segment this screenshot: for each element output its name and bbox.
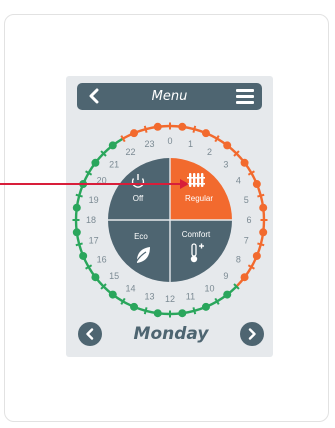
next-day-button[interactable] (240, 322, 264, 346)
hour-tick (192, 125, 197, 133)
hour-label: 7 (244, 236, 249, 246)
hour-label: 12 (165, 294, 175, 304)
thermostat-screen: Menu 0 1 2 3 4 5 6 7 8 9 10 11 12 13 14 15 16 17 18 19 20 21 2… (66, 76, 273, 357)
hour-label: 16 (97, 255, 107, 265)
hour-label: 13 (145, 292, 155, 302)
mode-label-eco: Eco (134, 232, 148, 241)
mode-label-off: Off (133, 194, 144, 203)
chevron-right-icon (248, 328, 256, 340)
schedule-slot-dot[interactable] (178, 309, 187, 318)
schedule-slot-dot[interactable] (153, 122, 162, 131)
schedule-slot-dot[interactable] (91, 158, 100, 167)
hour-label: 10 (204, 284, 214, 294)
day-label: Monday (133, 324, 209, 344)
hour-tick (75, 193, 83, 198)
schedule-slot-dot[interactable] (91, 273, 100, 282)
hour-label: 15 (109, 271, 119, 281)
hour-label: 8 (236, 255, 241, 265)
day-navigator: Monday (78, 322, 264, 348)
hour-label: 14 (125, 284, 135, 294)
schedule-dial[interactable]: 0 1234567891011121314151617181920212223 O… (66, 76, 273, 322)
schedule-slot-dot[interactable] (201, 302, 210, 311)
hour-label: 2 (207, 147, 212, 157)
hour-label: 6 (246, 215, 251, 225)
hour-label: 3 (223, 159, 228, 169)
hour-tick (257, 193, 265, 198)
schedule-slot-dot[interactable] (252, 180, 261, 189)
hour-label: 17 (89, 236, 99, 246)
schedule-slot-dot[interactable] (130, 302, 139, 311)
hour-tick (257, 242, 265, 247)
hour-label: 23 (145, 139, 155, 149)
hour-label: 21 (109, 159, 119, 169)
hour-label: 11 (186, 292, 195, 302)
hour-tick (75, 242, 83, 247)
hour-label: 9 (223, 271, 228, 281)
hour-label: 4 (236, 176, 241, 186)
hour-label: 0 (167, 136, 172, 146)
schedule-slot-dot[interactable] (130, 129, 139, 138)
schedule-slot-dot[interactable] (240, 158, 249, 167)
hour-label: 5 (244, 195, 249, 205)
schedule-slot-dot[interactable] (178, 122, 187, 131)
schedule-slot-dot[interactable] (259, 203, 268, 212)
hour-label: 20 (97, 176, 107, 186)
hour-label: 18 (86, 215, 96, 225)
hour-tick (143, 307, 148, 315)
chevron-left-icon (86, 328, 94, 340)
schedule-slot-dot[interactable] (252, 251, 261, 260)
hour-label: 1 (188, 139, 193, 149)
schedule-slot-dot[interactable] (108, 141, 117, 150)
mode-label-regular: Regular (185, 194, 213, 203)
schedule-slot-dot[interactable] (79, 180, 88, 189)
hour-tick (143, 125, 148, 133)
schedule-slot-dot[interactable] (153, 309, 162, 318)
schedule-slot-dot[interactable] (72, 228, 81, 237)
hour-tick (192, 307, 197, 315)
previous-day-button[interactable] (78, 322, 102, 346)
schedule-slot-dot[interactable] (240, 273, 249, 282)
schedule-slot-dot[interactable] (79, 251, 88, 260)
schedule-slot-dot[interactable] (108, 290, 117, 299)
schedule-slot-dot[interactable] (72, 203, 81, 212)
hour-label: 22 (125, 147, 135, 157)
schedule-slot-dot[interactable] (223, 290, 232, 299)
schedule-slot-dot[interactable] (259, 228, 268, 237)
schedule-slot-dot[interactable] (201, 129, 210, 138)
mode-label-comfort: Comfort (182, 230, 211, 239)
schedule-slot-dot[interactable] (223, 141, 232, 150)
hour-label: 19 (89, 195, 99, 205)
